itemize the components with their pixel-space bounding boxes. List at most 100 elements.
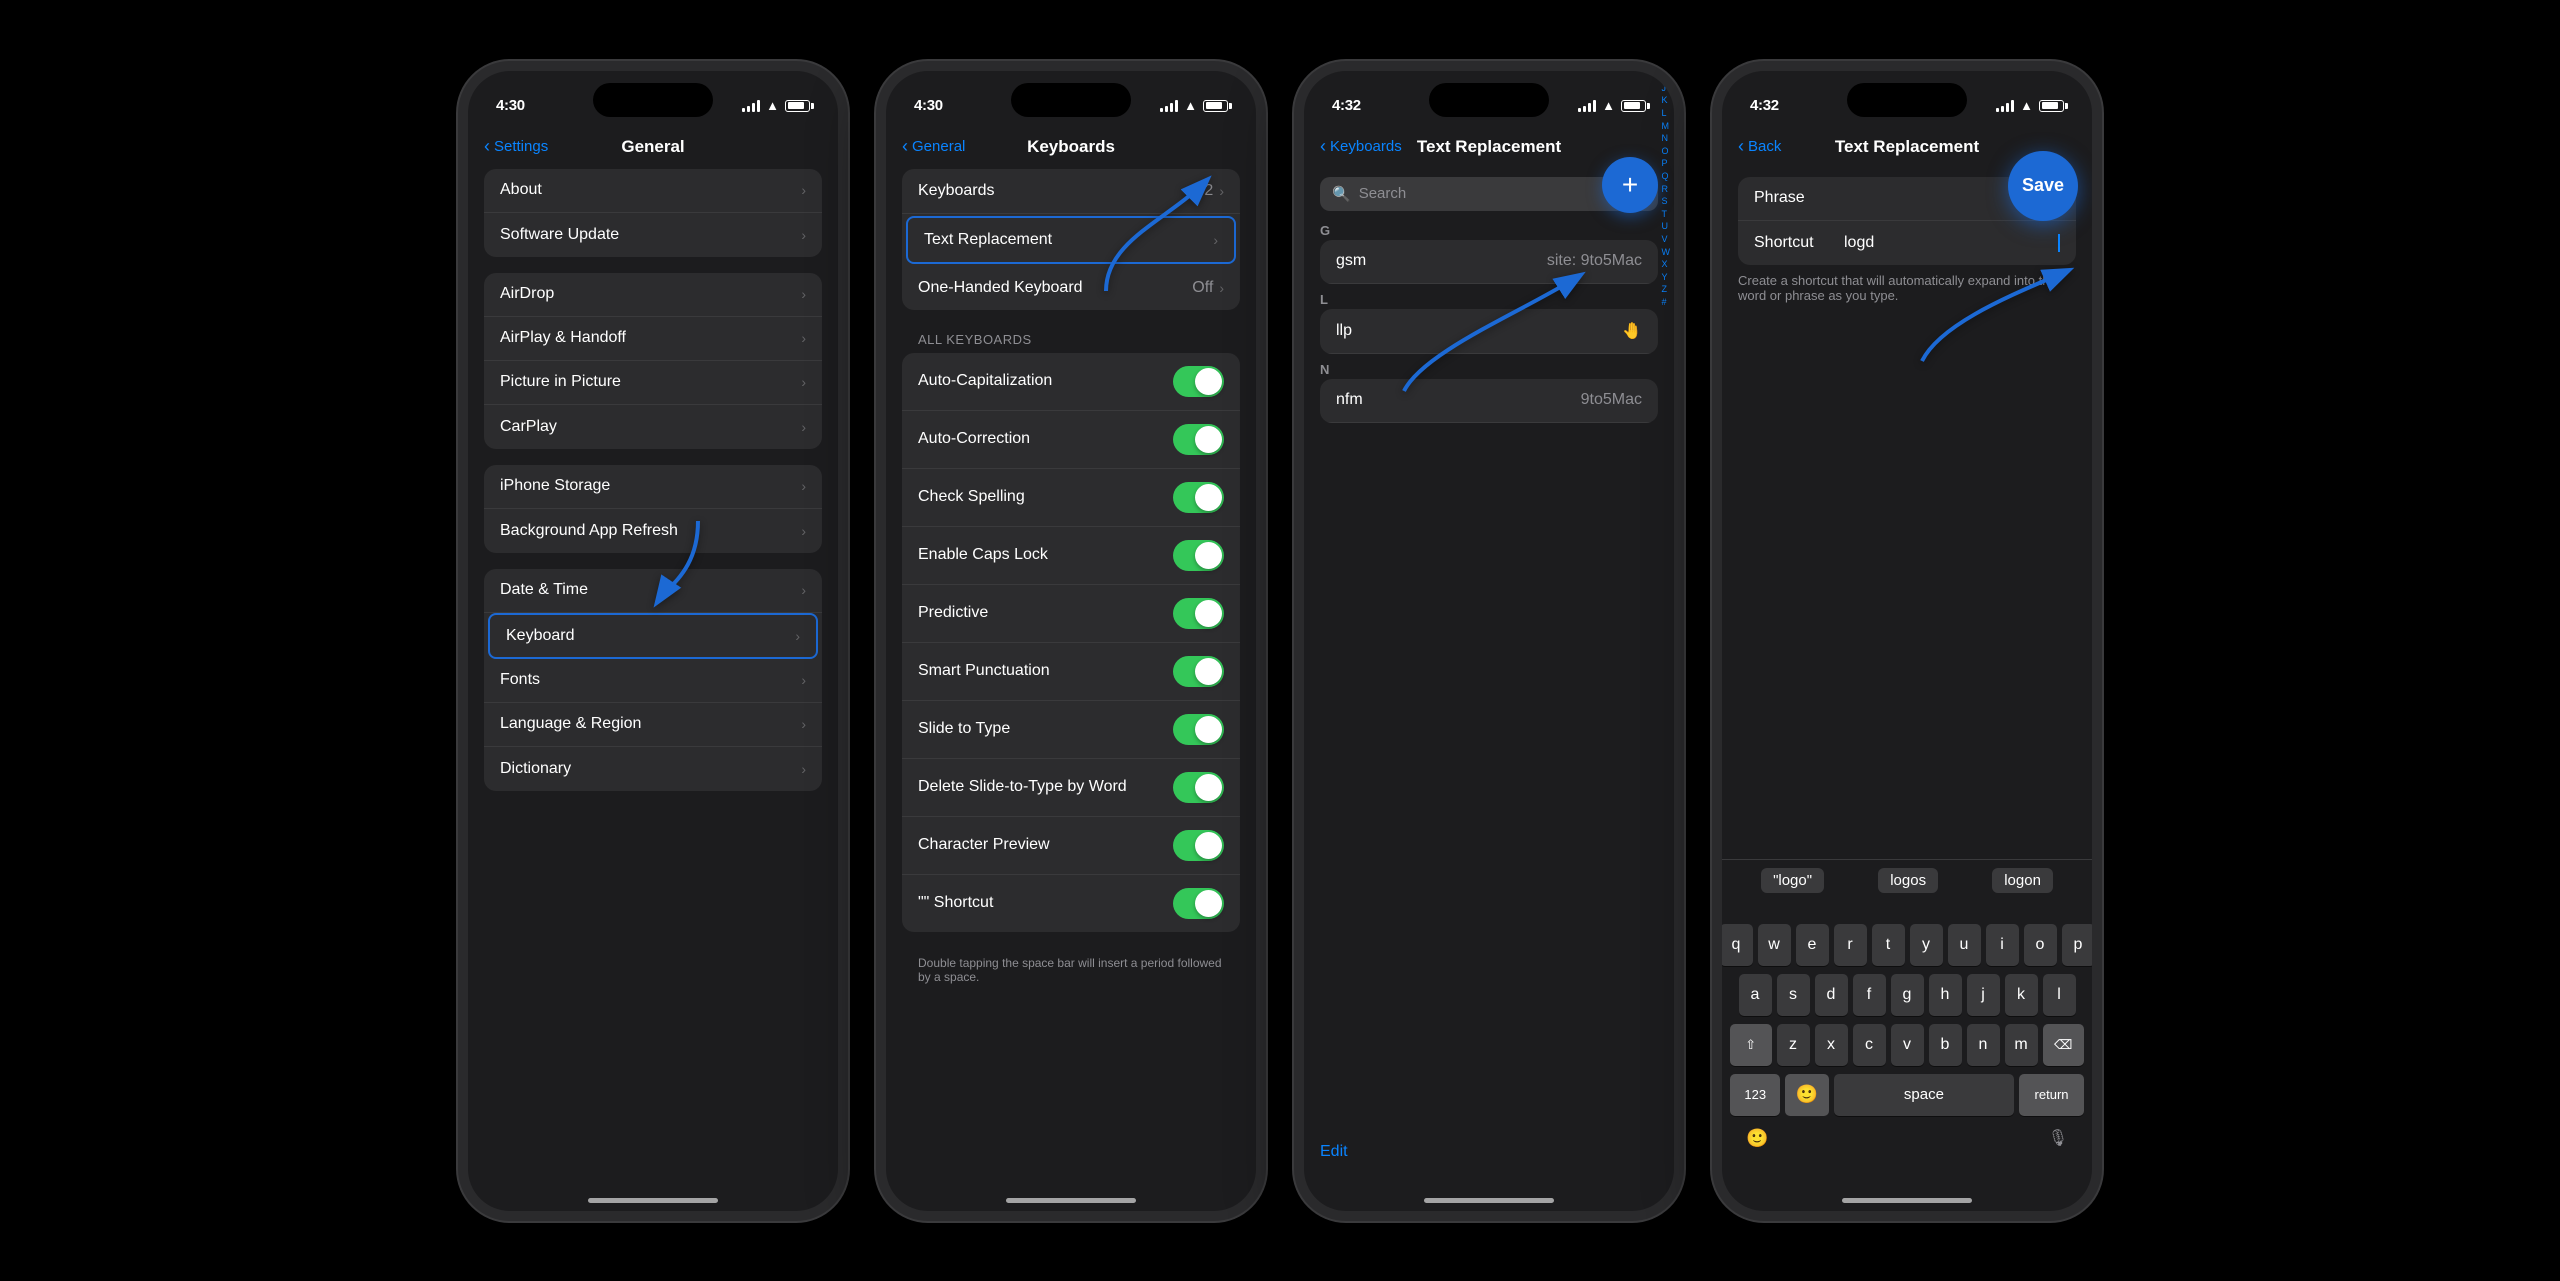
text-replacement-item[interactable]: Text Replacement › bbox=[906, 216, 1236, 264]
key-shift[interactable]: ⇧ bbox=[1730, 1024, 1772, 1066]
shortcut-value: logd bbox=[1844, 234, 2058, 252]
predictive-item[interactable]: Predictive bbox=[902, 585, 1240, 643]
key-t[interactable]: t bbox=[1872, 924, 1905, 966]
suggestion-logon[interactable]: logon bbox=[1992, 868, 2053, 893]
nav-back-3[interactable]: ‹ Keyboards bbox=[1320, 136, 1402, 157]
key-s[interactable]: s bbox=[1777, 974, 1810, 1016]
key-x[interactable]: x bbox=[1815, 1024, 1848, 1066]
settings-item-pip[interactable]: Picture in Picture › bbox=[484, 361, 822, 405]
settings-item-carplay[interactable]: CarPlay › bbox=[484, 405, 822, 449]
shortcut-item[interactable]: "" Shortcut bbox=[902, 875, 1240, 932]
check-spelling-toggle[interactable] bbox=[1173, 482, 1224, 513]
emoji-icon[interactable]: 🙂 bbox=[1746, 1128, 1768, 1149]
key-r[interactable]: r bbox=[1834, 924, 1867, 966]
keyboards-count: 2 bbox=[1204, 182, 1213, 200]
home-indicator-4 bbox=[1842, 1198, 1972, 1203]
suggestion-logo-quotes[interactable]: "logo" bbox=[1761, 868, 1824, 893]
caps-lock-toggle[interactable] bbox=[1173, 540, 1224, 571]
back-label-2[interactable]: General bbox=[912, 138, 965, 155]
signal-bar bbox=[2006, 103, 2009, 112]
settings-item-about[interactable]: About › bbox=[484, 169, 822, 213]
settings-item-airplay[interactable]: AirPlay & Handoff › bbox=[484, 317, 822, 361]
settings-item-bg-refresh[interactable]: Background App Refresh › bbox=[484, 509, 822, 553]
key-l[interactable]: l bbox=[2043, 974, 2076, 1016]
key-f[interactable]: f bbox=[1853, 974, 1886, 1016]
settings-item-software-update[interactable]: Software Update › bbox=[484, 213, 822, 257]
plus-button[interactable]: + bbox=[1602, 157, 1658, 213]
settings-item-dictionary[interactable]: Dictionary › bbox=[484, 747, 822, 791]
llp-item[interactable]: llp 🤚 bbox=[1320, 309, 1658, 354]
settings-item-airdrop[interactable]: AirDrop › bbox=[484, 273, 822, 317]
section-g: G bbox=[1304, 219, 1674, 240]
predictive-toggle[interactable] bbox=[1173, 598, 1224, 629]
key-w[interactable]: w bbox=[1758, 924, 1791, 966]
edit-button[interactable]: Edit bbox=[1320, 1143, 1348, 1161]
key-h[interactable]: h bbox=[1929, 974, 1962, 1016]
gsm-item[interactable]: gsm site: 9to5Mac bbox=[1320, 240, 1658, 284]
about-chevron: › bbox=[801, 182, 806, 198]
key-y[interactable]: y bbox=[1910, 924, 1943, 966]
settings-item-language[interactable]: Language & Region › bbox=[484, 703, 822, 747]
delete-slide-toggle[interactable] bbox=[1173, 772, 1224, 803]
shortcut-toggle[interactable] bbox=[1173, 888, 1224, 919]
check-spelling-item[interactable]: Check Spelling bbox=[902, 469, 1240, 527]
key-c[interactable]: c bbox=[1853, 1024, 1886, 1066]
key-p[interactable]: p bbox=[2062, 924, 2095, 966]
key-delete[interactable]: ⌫ bbox=[2043, 1024, 2085, 1066]
shortcut-row[interactable]: Shortcut logd bbox=[1738, 221, 2076, 265]
key-g[interactable]: g bbox=[1891, 974, 1924, 1016]
auto-correct-toggle[interactable] bbox=[1173, 424, 1224, 455]
nav-back-4[interactable]: ‹ Back bbox=[1738, 136, 1781, 157]
back-label-3[interactable]: Keyboards bbox=[1330, 138, 1402, 155]
key-return[interactable]: return bbox=[2019, 1074, 2084, 1116]
signal-bar bbox=[1165, 106, 1168, 112]
key-k[interactable]: k bbox=[2005, 974, 2038, 1016]
nav-back-2[interactable]: ‹ General bbox=[902, 136, 965, 157]
auto-cap-item[interactable]: Auto-Capitalization bbox=[902, 353, 1240, 411]
key-emoji[interactable]: 🙂 bbox=[1785, 1074, 1828, 1116]
nav-header-1: ‹ Settings General bbox=[468, 125, 838, 169]
key-i[interactable]: i bbox=[1986, 924, 2019, 966]
key-e[interactable]: e bbox=[1796, 924, 1829, 966]
settings-item-keyboard[interactable]: Keyboard › bbox=[488, 613, 818, 659]
key-z[interactable]: z bbox=[1777, 1024, 1810, 1066]
slide-type-toggle[interactable] bbox=[1173, 714, 1224, 745]
key-123[interactable]: 123 bbox=[1730, 1074, 1780, 1116]
caps-lock-item[interactable]: Enable Caps Lock bbox=[902, 527, 1240, 585]
settings-item-iphone-storage[interactable]: iPhone Storage › bbox=[484, 465, 822, 509]
key-q[interactable]: q bbox=[1720, 924, 1753, 966]
back-label-1[interactable]: Settings bbox=[494, 138, 548, 155]
delete-slide-item[interactable]: Delete Slide-to-Type by Word bbox=[902, 759, 1240, 817]
key-v[interactable]: v bbox=[1891, 1024, 1924, 1066]
suggestion-logos[interactable]: logos bbox=[1878, 868, 1938, 893]
save-button[interactable]: Save bbox=[2008, 151, 2078, 221]
smart-punct-item[interactable]: Smart Punctuation bbox=[902, 643, 1240, 701]
key-n[interactable]: n bbox=[1967, 1024, 2000, 1066]
one-handed-item[interactable]: One-Handed Keyboard Off › bbox=[902, 266, 1240, 310]
keyboards-item[interactable]: Keyboards 2 › bbox=[902, 169, 1240, 214]
mic-keyboard-icon[interactable]: 🎙 bbox=[2048, 1128, 2068, 1148]
settings-item-fonts[interactable]: Fonts › bbox=[484, 659, 822, 703]
slide-type-item[interactable]: Slide to Type bbox=[902, 701, 1240, 759]
char-preview-toggle[interactable] bbox=[1173, 830, 1224, 861]
text-replacement-content: ABCDEFGHIJKLMNOPQRSTUVWXYZ# G gsm site: … bbox=[1304, 219, 1674, 423]
key-m[interactable]: m bbox=[2005, 1024, 2038, 1066]
back-label-4[interactable]: Back bbox=[1748, 138, 1781, 155]
char-preview-item[interactable]: Character Preview bbox=[902, 817, 1240, 875]
smart-punct-toggle[interactable] bbox=[1173, 656, 1224, 687]
suggestions-bar: "logo" logos logon bbox=[1722, 859, 2092, 901]
key-a[interactable]: a bbox=[1739, 974, 1772, 1016]
auto-correct-item[interactable]: Auto-Correction bbox=[902, 411, 1240, 469]
settings-item-datetime[interactable]: Date & Time › bbox=[484, 569, 822, 613]
nav-back-1[interactable]: ‹ Settings bbox=[484, 136, 548, 157]
key-d[interactable]: d bbox=[1815, 974, 1848, 1016]
key-b[interactable]: b bbox=[1929, 1024, 1962, 1066]
key-space[interactable]: space bbox=[1834, 1074, 2014, 1116]
nfm-item[interactable]: nfm 9to5Mac bbox=[1320, 379, 1658, 423]
key-u[interactable]: u bbox=[1948, 924, 1981, 966]
key-o[interactable]: o bbox=[2024, 924, 2057, 966]
battery-icon-4 bbox=[2039, 100, 2064, 112]
key-j[interactable]: j bbox=[1967, 974, 2000, 1016]
auto-cap-toggle[interactable] bbox=[1173, 366, 1224, 397]
airplay-label: AirPlay & Handoff bbox=[500, 329, 626, 347]
